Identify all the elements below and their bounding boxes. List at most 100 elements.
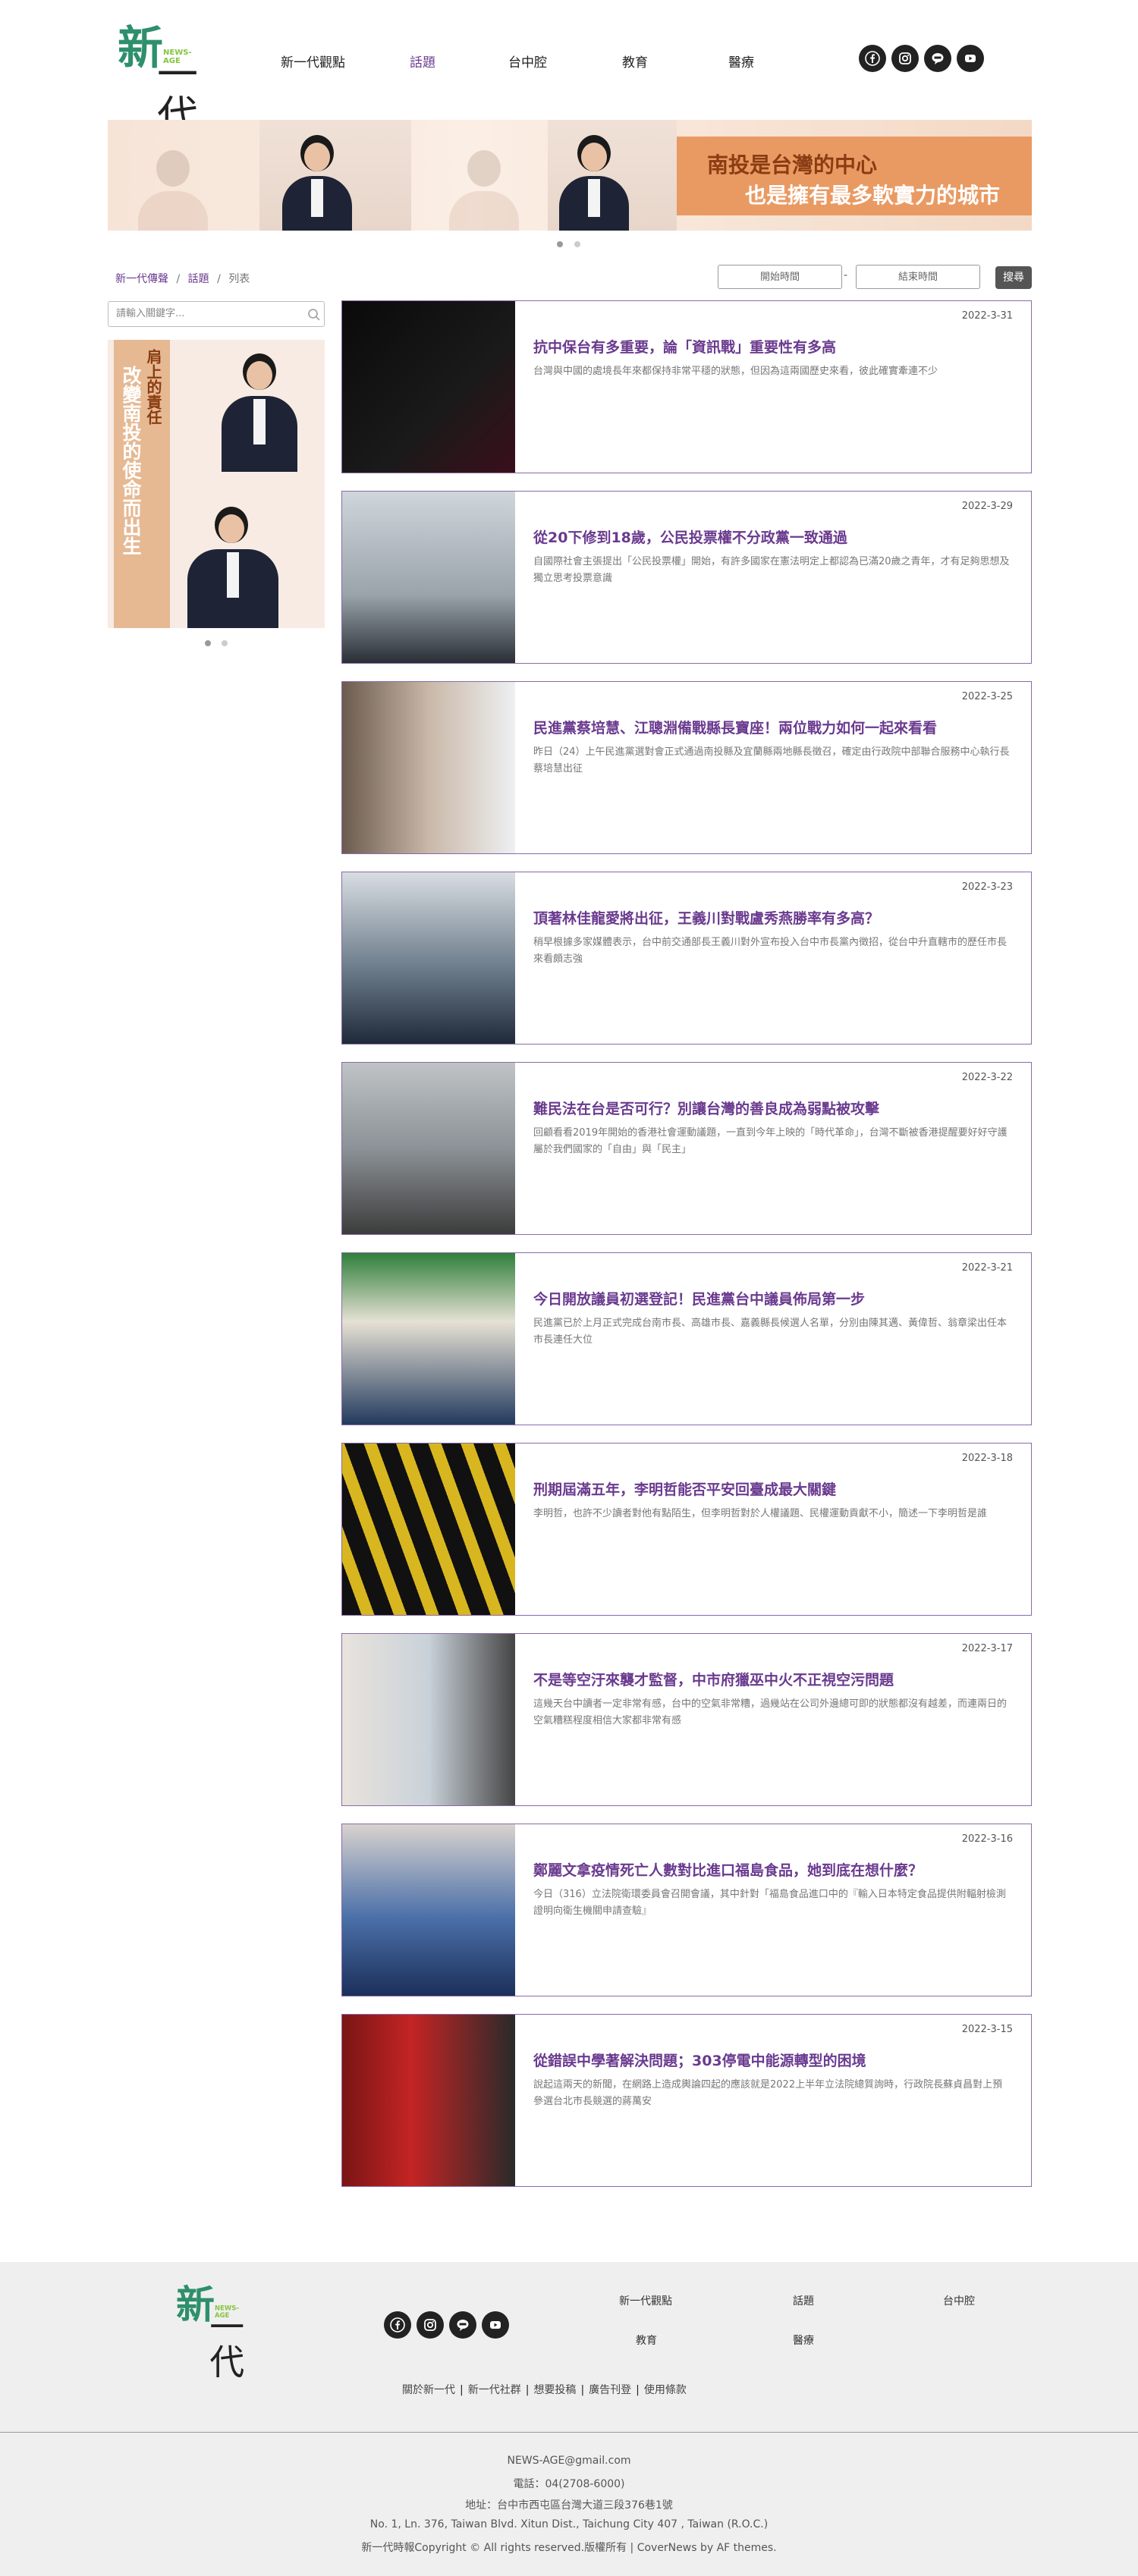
article-date: 2022-3-15 (961, 2024, 1013, 2035)
footer-youtube-icon[interactable] (482, 2311, 509, 2339)
nav-item-medical[interactable]: 醫療 (728, 52, 754, 71)
article-title[interactable]: 鄭麗文拿疫情死亡人數對比進口福島食品，她到底在想什麼？ (533, 1859, 923, 1880)
footer-community-link[interactable]: 新一代社群 (468, 2384, 521, 2396)
article-title[interactable]: 不是等空汙來襲才監督，中市府獵巫中火不正視空污問題 (533, 1669, 894, 1689)
keyword-search-input[interactable]: 請輸入關鍵字... (108, 301, 325, 327)
nav-item-education[interactable]: 教育 (622, 52, 648, 71)
article-thumbnail[interactable] (342, 301, 515, 473)
footer-link-education[interactable]: 教育 (636, 2333, 657, 2348)
article-date: 2022-3-21 (961, 1262, 1013, 1274)
promo-line-1: 肩上的責任 (144, 349, 162, 425)
article-excerpt: 自國際社會主張提出「公民投票權」開始，有許多國家在憲法明定上都認為已滿20歲之青… (533, 556, 1010, 584)
article-card[interactable]: 2022-3-16 鄭麗文拿疫情死亡人數對比進口福島食品，她到底在想什麼？ 今日（3… (341, 1824, 1032, 1996)
article-title[interactable]: 抗中保台有多重要，論「資訊戰」重要性有多高 (533, 336, 836, 357)
sidebar-promo-banner[interactable]: 肩上的責任 改變南投的使命而出生 (108, 340, 325, 628)
footer-link-medical[interactable]: 醫療 (793, 2333, 814, 2348)
article-excerpt: 昨日（24）上午民進黨選對會正式通過南投縣及宜蘭縣兩地縣長徵召，確定由行政院中部… (533, 746, 1010, 774)
article-date: 2022-3-22 (961, 1072, 1013, 1083)
footer-copyright: 新一代時報Copyright © All rights reserved.版權所… (361, 2542, 777, 2554)
promo-dot-2[interactable] (222, 640, 228, 646)
article-card[interactable]: 2022-3-29 從20下修到18歲，公民投票權不分政黨一致通過自國際社會主張提… (341, 491, 1032, 664)
footer-divider (0, 2432, 1138, 2433)
footer-logo[interactable]: 新 NEWS-AGE 一代 (176, 2283, 266, 2380)
footer-address-zh: 地址：台中市西屯區台灣大道三段376巷1號 (465, 2499, 673, 2512)
article-card[interactable]: 2022-3-25 民進黨蔡培慧、江聰淵備戰縣長寶座！兩位戰力如何一起來看看 昨日（… (341, 681, 1032, 854)
article-card[interactable]: 2022-3-15 從錯誤中學著解決問題；303停電中能源轉型的困境 說起這兩天的新… (341, 2014, 1032, 2187)
article-card[interactable]: 2022-3-21 今日開放議員初選登記！民進黨台中議員佈局第一步民進黨已於上月正… (341, 1252, 1032, 1425)
article-card[interactable]: 2022-3-31 抗中保台有多重要，論「資訊戰」重要性有多高台灣與中國的處境長年… (341, 300, 1032, 473)
banner-dot-1[interactable] (557, 241, 563, 247)
article-date: 2022-3-16 (961, 1833, 1013, 1845)
footer-address-en: No. 1, Ln. 376, Taiwan Blvd. Xitun Dist.… (369, 2518, 769, 2530)
article-thumbnail[interactable] (342, 2015, 515, 2186)
footer-ads-link[interactable]: 廣告刊登 (589, 2384, 631, 2396)
date-range-dash: - (844, 269, 848, 281)
footer-line-icon[interactable] (449, 2311, 476, 2339)
article-thumbnail[interactable] (342, 1444, 515, 1615)
date-search-button[interactable]: 搜尋 (995, 266, 1032, 289)
footer-link-topics[interactable]: 話題 (793, 2293, 814, 2308)
article-title[interactable]: 刑期屆滿五年，李明哲能否平安回臺成最大關鍵 (533, 1478, 836, 1499)
article-card[interactable]: 2022-3-22 難民法在台是否可行？別讓台灣的善良成為弱點被攻擊回顧看看201… (341, 1062, 1032, 1235)
breadcrumb: 新一代傳聲 / 話題 / 列表 (115, 273, 250, 285)
article-date: 2022-3-17 (961, 1643, 1013, 1654)
promo-line-2: 改變南投的使命而出生 (120, 366, 142, 555)
banner-headline-2: 也是擁有最多軟實力的城市 (745, 183, 1001, 208)
footer-phone: 電話：04(2708-6000) (513, 2478, 625, 2490)
footer-logo-char-generation: 一代 (209, 2307, 245, 2383)
article-excerpt: 民進黨已於上月正式完成台南市長、高雄市長、嘉義縣長候選人名單，分別由陳其邁、黃偉… (533, 1318, 1008, 1346)
banner-headline-1: 南投是台灣的中心 (707, 152, 878, 177)
article-thumbnail[interactable] (342, 1253, 515, 1425)
keyword-placeholder: 請輸入關鍵字... (116, 308, 185, 319)
promo-dot-1[interactable] (205, 640, 211, 646)
article-date: 2022-3-31 (961, 310, 1013, 322)
article-excerpt: 稍早根據多家媒體表示，台中前交通部長王義川對外宣布投入台中市長黨內徵招，從台中升… (533, 937, 1008, 965)
footer-terms-link[interactable]: 使用條款 (644, 2384, 687, 2396)
breadcrumb-home[interactable]: 新一代傳聲 (115, 273, 168, 285)
nav-item-viewpoint[interactable]: 新一代觀點 (281, 52, 345, 71)
article-thumbnail[interactable] (342, 1063, 515, 1234)
article-title[interactable]: 從20下修到18歲，公民投票權不分政黨一致通過 (533, 526, 847, 547)
footer-submit-link[interactable]: 想要投稿 (533, 2384, 576, 2396)
article-thumbnail[interactable] (342, 682, 515, 853)
site-logo[interactable]: 新 NEWS-AGE 一代 (118, 22, 224, 137)
youtube-icon[interactable] (957, 45, 984, 72)
article-excerpt: 李明哲，也許不少讀者對他有點陌生，但李明哲對於人權議題、民權運動貢獻不小，簡述一… (533, 1508, 988, 1519)
instagram-icon[interactable] (891, 45, 919, 72)
line-icon[interactable] (924, 45, 951, 72)
footer-link-viewpoint[interactable]: 新一代觀點 (619, 2293, 672, 2308)
facebook-icon[interactable] (859, 45, 886, 72)
banner-dot-2[interactable] (574, 241, 580, 247)
nav-item-topics[interactable]: 話題 (410, 52, 435, 71)
article-excerpt: 今日（316）立法院衛環委員會召開會議，其中針對「福島食品進口中的『輸入日本特定… (533, 1889, 1006, 1917)
search-icon[interactable] (307, 308, 321, 322)
article-excerpt: 台灣與中國的處境長年來都保持非常平穩的狀態，但因為這兩國歷史來看，彼此確實牽連不… (533, 366, 938, 377)
article-title[interactable]: 難民法在台是否可行？別讓台灣的善良成為弱點被攻擊 (533, 1098, 879, 1118)
end-date-input[interactable]: 結束時間 (856, 265, 980, 289)
footer-email[interactable]: NEWS-AGE@gmail.com (0, 2455, 1138, 2467)
footer-about-link[interactable]: 關於新一代 (402, 2384, 455, 2396)
article-thumbnail[interactable] (342, 1634, 515, 1805)
footer-link-taichung[interactable]: 台中腔 (943, 2293, 975, 2308)
logo-char-new: 新 (118, 22, 163, 75)
article-thumbnail[interactable] (342, 1824, 515, 1996)
footer-facebook-icon[interactable] (384, 2311, 411, 2339)
article-title[interactable]: 今日開放議員初選登記！民進黨台中議員佈局第一步 (533, 1288, 865, 1308)
article-title[interactable]: 民進黨蔡培慧、江聰淵備戰縣長寶座！兩位戰力如何一起來看看 (533, 717, 937, 737)
hero-banner[interactable]: 南投是台灣的中心 也是擁有最多軟實力的城市 (108, 120, 1032, 231)
footer-instagram-icon[interactable] (417, 2311, 444, 2339)
article-card[interactable]: 2022-3-17 不是等空汙來襲才監督，中市府獵巫中火不正視空污問題這幾天台中讀… (341, 1633, 1032, 1806)
article-excerpt: 回顧看看2019年開始的香港社會運動議題，一直到今年上映的「時代革命」，台灣不斷… (533, 1127, 1008, 1155)
article-title[interactable]: 從錯誤中學著解決問題；303停電中能源轉型的困境 (533, 2050, 866, 2070)
article-title[interactable]: 頂著林佳龍愛將出征，王義川對戰盧秀燕勝率有多高？ (533, 907, 879, 928)
article-date: 2022-3-29 (961, 501, 1013, 512)
article-excerpt: 這幾天台中讀者一定非常有感，台中的空氣非常糟，過幾站在公司外邊總可即的狀態都沒有… (533, 1698, 1008, 1726)
start-date-input[interactable]: 開始時間 (718, 265, 842, 289)
article-thumbnail[interactable] (342, 492, 515, 663)
article-card[interactable]: 2022-3-23 頂著林佳龍愛將出征，王義川對戰盧秀燕勝率有多高？ 稍早根據多家媒… (341, 872, 1032, 1045)
breadcrumb-section[interactable]: 話題 (188, 273, 209, 285)
nav-item-taichung[interactable]: 台中腔 (508, 52, 547, 71)
article-card[interactable]: 2022-3-18 刑期屆滿五年，李明哲能否平安回臺成最大關鍵 李明哲，也許不少讀者… (341, 1443, 1032, 1616)
article-thumbnail[interactable] (342, 872, 515, 1044)
footer-bar-links: 關於新一代 | 新一代社群 | 想要投稿 | 廣告刊登 | 使用條款 (402, 2384, 687, 2396)
